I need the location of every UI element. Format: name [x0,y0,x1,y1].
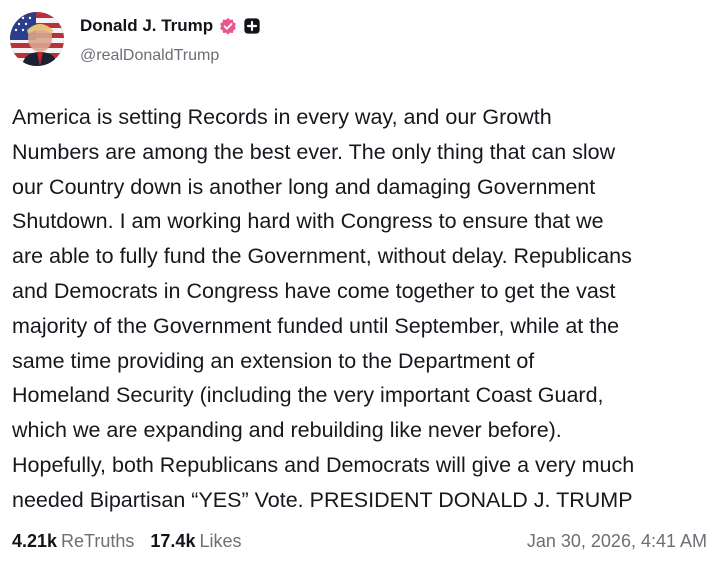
author-display-name[interactable]: Donald J. Trump [80,16,213,36]
retruths-stat[interactable]: 4.21k ReTruths [12,530,134,552]
author-name-row: Donald J. Trump [80,16,261,36]
likes-count: 17.4k [150,531,196,551]
author-handle[interactable]: @realDonaldTrump [80,46,219,66]
plus-box-icon[interactable] [243,17,261,35]
avatar-image [10,12,64,66]
post-card: Donald J. Trump @realDonaldTrump America… [0,0,717,561]
verified-badge-icon [219,17,237,35]
retruths-count: 4.21k [12,531,58,551]
post-body-text: America is setting Records in every way,… [12,105,635,512]
retruths-label: ReTruths [61,531,135,551]
post-timestamp[interactable]: Jan 30, 2026, 4:41 AM [527,530,707,552]
likes-stat[interactable]: 17.4k Likes [150,530,241,552]
post-stats: 4.21k ReTruths 17.4k Likes [12,530,241,552]
likes-label: Likes [199,531,242,551]
avatar[interactable] [10,12,64,66]
